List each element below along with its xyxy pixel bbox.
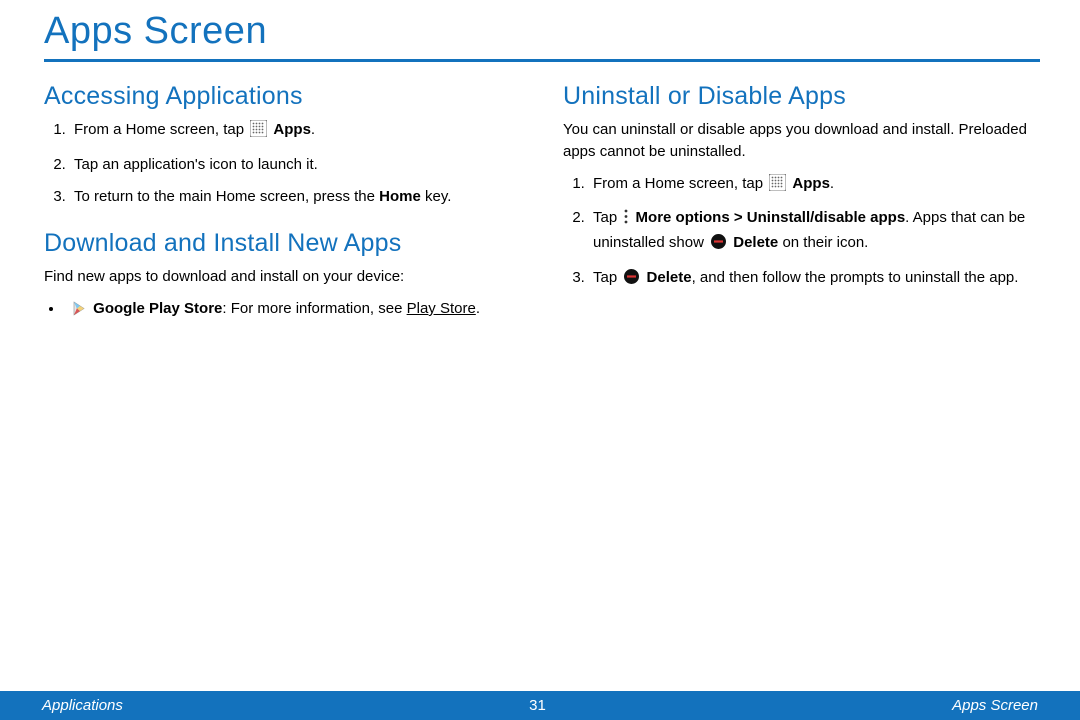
step-bold-text: Apps (792, 175, 830, 192)
step-item: Tap More options > Uninstall/disable app… (589, 207, 1040, 257)
download-bullet-list: Google Play Store: For more information,… (44, 298, 521, 323)
step-text: To return to the main Home screen, press… (74, 188, 379, 205)
play-store-icon (72, 301, 87, 323)
download-intro-text: Find new apps to download and install on… (44, 266, 521, 288)
step-text: From a Home screen, tap (593, 175, 767, 192)
heading-accessing-applications: Accessing Applications (44, 82, 521, 111)
step-text: on their icon. (778, 234, 868, 251)
step-text: Tap (593, 269, 621, 286)
step-text: From a Home screen, tap (74, 121, 248, 138)
content-columns: Accessing Applications From a Home scree… (44, 78, 1040, 331)
step-text: , and then follow the prompts to uninsta… (692, 269, 1019, 286)
step-item: Tap an application's icon to launch it. (70, 154, 521, 176)
apps-grid-icon (250, 120, 267, 144)
delete-icon (623, 268, 640, 292)
step-bold-text: Delete (733, 234, 778, 251)
footer-left-text: Applications (42, 697, 123, 714)
heading-download-install: Download and Install New Apps (44, 229, 521, 258)
delete-icon (710, 233, 727, 257)
accessing-steps-list: From a Home screen, tap Apps. Tap an app… (44, 119, 521, 207)
more-options-icon (623, 208, 629, 232)
step-bold-text: Delete (647, 269, 692, 286)
step-item: Tap Delete, and then follow the prompts … (589, 267, 1040, 292)
bullet-text: : For more information, see (222, 300, 406, 317)
step-text: . (830, 175, 834, 192)
page-footer: Applications 31 Apps Screen (0, 691, 1080, 720)
heading-uninstall-disable: Uninstall or Disable Apps (563, 82, 1040, 111)
step-item: From a Home screen, tap Apps. (589, 173, 1040, 198)
step-bold-text: More options > Uninstall/disable apps (636, 209, 906, 226)
document-page: Apps Screen Accessing Applications From … (0, 0, 1080, 720)
step-text: Tap (593, 209, 621, 226)
apps-grid-icon (769, 174, 786, 198)
list-item: Google Play Store: For more information,… (64, 298, 521, 323)
uninstall-steps-list: From a Home screen, tap Apps. Tap More o… (563, 173, 1040, 292)
step-item: From a Home screen, tap Apps. (70, 119, 521, 144)
play-store-link[interactable]: Play Store (407, 300, 476, 317)
step-text: key. (421, 188, 452, 205)
left-column: Accessing Applications From a Home scree… (44, 78, 521, 331)
footer-page-number: 31 (123, 697, 952, 714)
bullet-text: . (476, 300, 480, 317)
step-bold-text: Apps (273, 121, 311, 138)
footer-right-text: Apps Screen (952, 697, 1038, 714)
uninstall-intro-text: You can uninstall or disable apps you do… (563, 119, 1040, 163)
step-text: . (311, 121, 315, 138)
step-item: To return to the main Home screen, press… (70, 186, 521, 208)
page-title: Apps Screen (44, 10, 1040, 62)
bullet-bold-text: Google Play Store (93, 300, 222, 317)
right-column: Uninstall or Disable Apps You can uninst… (563, 78, 1040, 331)
step-bold-text: Home (379, 188, 421, 205)
